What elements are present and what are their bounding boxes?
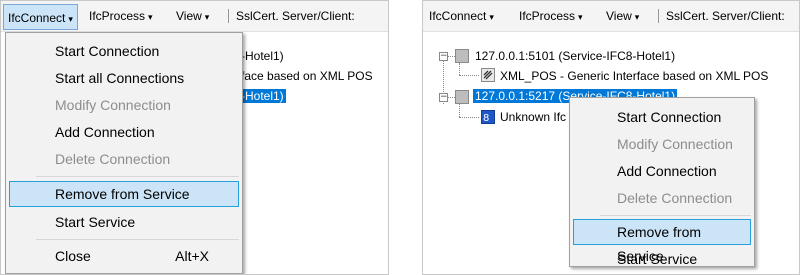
right-menubar: IfcConnect ▾ IfcProcess ▾ View ▾ SslCert. S… (423, 1, 799, 32)
left-menu-ifcconnect-label: IfcConnect (8, 11, 66, 25)
menu-item-delete-connection: Delete Connection (9, 146, 239, 172)
menu-item-start-service[interactable]: Start Service (9, 209, 239, 235)
right-menu-ifcprocess[interactable]: IfcProcess ▾ (519, 9, 583, 23)
menu-item-add-connection[interactable]: Add Connection (9, 119, 239, 145)
menu-item-label: Add Connection (617, 163, 717, 179)
chevron-down-icon: ▾ (148, 12, 153, 22)
menu-item-modify-connection: Modify Connection (9, 92, 239, 118)
tree-connector (447, 97, 455, 98)
left-tree-node2-label-selected[interactable]: -Hotel1) (239, 89, 286, 103)
ifcconnect-dropdown-menu: Start Connection Start all Connections M… (5, 32, 243, 274)
left-menu-view[interactable]: View ▾ (176, 9, 209, 23)
menu-item-shortcut: Alt+X (175, 248, 209, 264)
context-item-modify-connection: Modify Connection (573, 131, 751, 157)
menu-item-close[interactable]: Close Alt+X (9, 243, 239, 269)
left-menu-sslcert[interactable]: SslCert. Server/Client: (236, 9, 355, 23)
unknown-ifc-icon: 8 (481, 110, 495, 124)
menu-item-label: Start Connection (55, 43, 160, 59)
left-tree-node1-label[interactable]: -Hotel1) (241, 49, 284, 63)
menu-item-start-connection[interactable]: Start Connection (9, 38, 239, 64)
chevron-down-icon: ▾ (204, 12, 210, 22)
right-app-window: IfcConnect ▾ IfcProcess ▾ View ▾ SslCert. S… (422, 0, 800, 275)
context-item-add-connection[interactable]: Add Connection (573, 158, 751, 184)
menu-item-label: Close (55, 248, 91, 264)
menu-item-label: Remove from Service (55, 186, 190, 202)
collapse-node2-icon[interactable]: − (439, 93, 448, 102)
ifc8-glyph-icon: 8 (483, 113, 489, 124)
left-menu-ifcprocess-label: IfcProcess (89, 9, 146, 23)
menu-item-label: Start all Connections (55, 70, 185, 86)
left-menu-sslcert-label: SslCert. Server/Client: (236, 9, 355, 23)
context-item-start-connection[interactable]: Start Connection (573, 104, 751, 130)
tree-node-xml-pos-label[interactable]: XML_POS - Generic Interface based on XML… (500, 69, 768, 83)
context-item-remove-from-service[interactable]: Remove from Service (573, 219, 751, 264)
menu-item-label: Start Service (617, 251, 698, 267)
menu-separator (36, 239, 239, 240)
chevron-down-icon: ▾ (634, 12, 640, 22)
right-menu-sslcert[interactable]: SslCert. Server/Client: (666, 9, 785, 23)
tree-connector (447, 56, 455, 57)
menu-item-label: Start Connection (617, 109, 722, 125)
left-menu-ifcprocess[interactable]: IfcProcess ▾ (89, 9, 153, 23)
menu-item-label: Add Connection (55, 124, 155, 140)
tree-connector (459, 103, 460, 117)
menu-separator (36, 176, 239, 177)
tree-connector (459, 75, 479, 76)
context-item-start-service[interactable]: Start Service (573, 246, 751, 272)
server-node-icon (455, 49, 469, 63)
interface-glyph-icon (483, 70, 493, 80)
svg-text:8: 8 (483, 113, 489, 123)
chevron-down-icon: ▾ (578, 12, 583, 22)
right-menu-sslcert-label: SslCert. Server/Client: (666, 9, 785, 23)
left-menubar: IfcConnect ▾ IfcProcess ▾ View ▾ SslCert. S… (1, 1, 388, 32)
tree-node-unknown-ifc-label[interactable]: Unknown Ifc (500, 110, 566, 124)
menu-item-label: Delete Connection (617, 190, 733, 206)
menubar-separator (658, 9, 659, 23)
menu-item-label: Start Service (55, 214, 136, 230)
tree-connector (459, 63, 460, 75)
chevron-down-icon: ▾ (68, 14, 73, 24)
right-menu-view[interactable]: View ▾ (606, 9, 639, 23)
menu-item-label: Modify Connection (617, 136, 733, 152)
right-menu-ifcconnect-label: IfcConnect (429, 9, 487, 23)
right-menu-ifcconnect[interactable]: IfcConnect ▾ (429, 9, 494, 23)
left-tree-child-label[interactable]: face based on XML POS (241, 69, 373, 83)
tree-node-5101-label[interactable]: 127.0.0.1:5101 (Service-IFC8-Hotel1) (475, 49, 675, 63)
interface-node-icon (481, 68, 495, 82)
context-item-delete-connection: Delete Connection (573, 185, 751, 211)
menu-item-start-all-connections[interactable]: Start all Connections (9, 65, 239, 91)
menu-item-label: Delete Connection (55, 151, 171, 167)
tree-connector (459, 117, 479, 118)
menu-separator (600, 215, 751, 216)
left-menu-view-label: View (176, 9, 202, 23)
menu-item-label: Modify Connection (55, 97, 171, 113)
collapse-node1-icon[interactable]: − (439, 52, 448, 61)
menubar-separator (228, 9, 229, 23)
context-menu: Start Connection Modify Connection Add C… (569, 97, 755, 267)
right-menu-view-label: View (606, 9, 632, 23)
right-menu-ifcprocess-label: IfcProcess (519, 9, 576, 23)
left-menu-ifcconnect[interactable]: IfcConnect ▾ (3, 4, 78, 30)
menu-item-remove-from-service[interactable]: Remove from Service (9, 181, 239, 207)
chevron-down-icon: ▾ (489, 12, 494, 22)
server-node-icon (455, 90, 469, 104)
left-app-window: IfcConnect ▾ IfcProcess ▾ View ▾ SslCert. S… (0, 0, 389, 275)
